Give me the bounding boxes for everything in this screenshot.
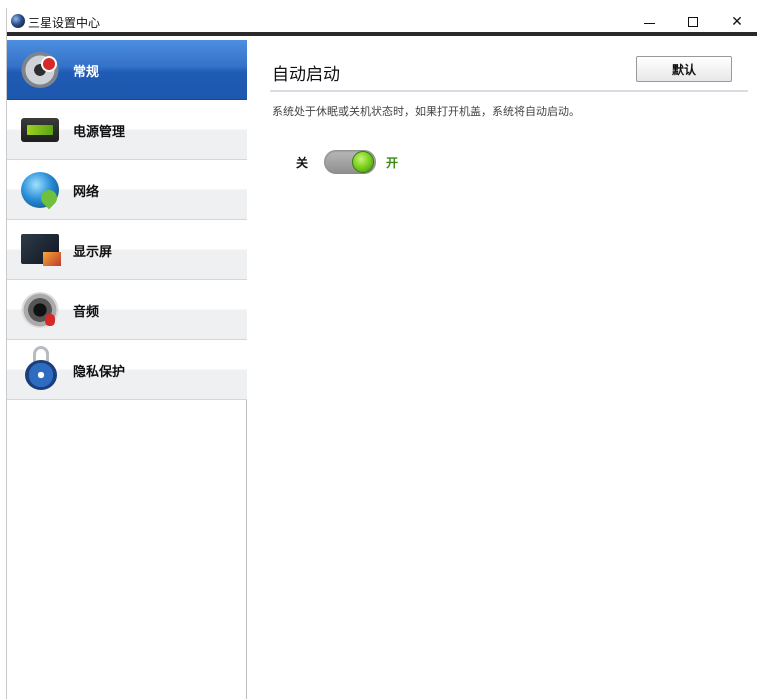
close-button[interactable]: ✕: [715, 8, 757, 36]
sidebar-item-network[interactable]: 网络: [7, 160, 247, 220]
sidebar: 常规 电源管理 网络 显示屏 音频 隐私保护: [7, 40, 247, 699]
close-icon: ✕: [731, 14, 743, 30]
padlock-body: [25, 360, 57, 390]
sidebar-item-display[interactable]: 显示屏: [7, 220, 247, 280]
settings-window: 三星设置中心 ✕ 常规 电源管理 网络 显示屏 音频 隐私保护 自动启动 默认 …: [6, 8, 757, 699]
section-divider: [270, 90, 748, 92]
content-panel: 自动启动 默认 系统处于休眠或关机状态时，如果打开机盖，系统将自动启动。 关 开: [248, 40, 757, 699]
toggle-on-label: 开: [386, 156, 399, 170]
default-button[interactable]: 默认: [636, 56, 732, 82]
maximize-button[interactable]: [671, 8, 715, 36]
sidebar-item-label: 音频: [73, 305, 100, 320]
minimize-icon: [643, 22, 655, 24]
sidebar-item-general[interactable]: 常规: [7, 40, 247, 100]
sidebar-item-label: 显示屏: [73, 245, 113, 260]
gear-icon: [21, 52, 59, 88]
padlock-icon: [25, 346, 57, 390]
toggle-knob[interactable]: [352, 151, 374, 173]
minimize-button[interactable]: [627, 8, 671, 36]
sidebar-item-privacy[interactable]: 隐私保护: [7, 340, 247, 400]
sidebar-item-label: 网络: [73, 185, 100, 200]
auto-start-toggle[interactable]: [324, 150, 376, 174]
sidebar-item-label: 隐私保护: [73, 365, 126, 380]
title-bar[interactable]: 三星设置中心 ✕: [7, 8, 757, 36]
auto-start-toggle-row: 关 开: [296, 150, 496, 174]
globe-icon: [11, 14, 25, 28]
battery-icon: [21, 118, 59, 142]
toggle-off-label: 关: [296, 156, 309, 170]
monitor-icon: [21, 234, 61, 266]
speaker-icon: [21, 292, 59, 328]
network-globe-icon: [21, 172, 59, 208]
sidebar-item-label: 常规: [73, 65, 100, 80]
sidebar-item-power-management[interactable]: 电源管理: [7, 100, 247, 160]
window-title: 三星设置中心: [28, 16, 101, 30]
sidebar-item-label: 电源管理: [73, 125, 126, 140]
section-description: 系统处于休眠或关机状态时，如果打开机盖，系统将自动启动。: [272, 105, 580, 118]
maximize-icon: [688, 17, 698, 27]
section-title: 自动启动: [272, 65, 340, 85]
sidebar-item-audio[interactable]: 音频: [7, 280, 247, 340]
